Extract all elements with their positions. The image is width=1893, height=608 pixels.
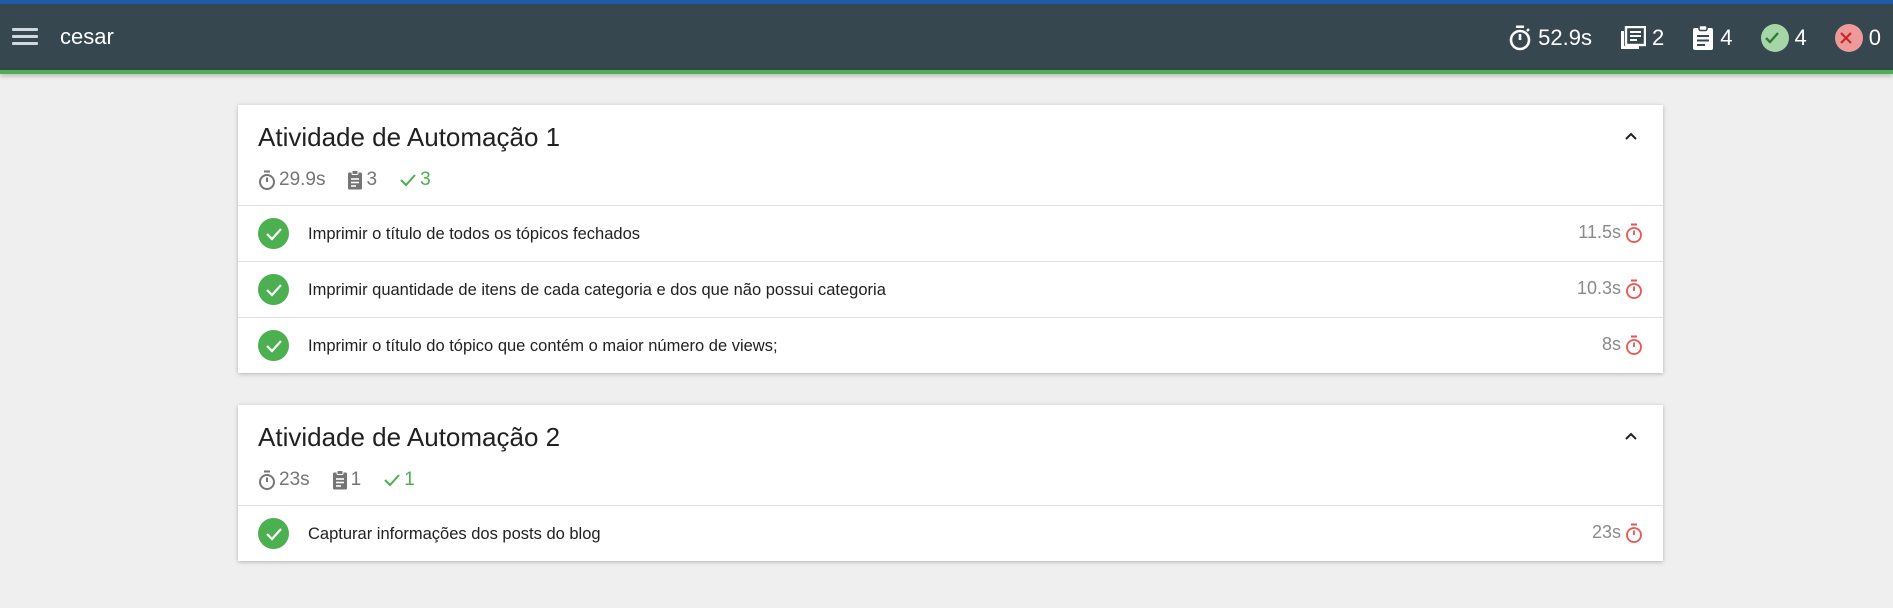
suite-header[interactable]: Atividade de Automação 2 23s 1 1 [238, 405, 1663, 505]
stopwatch-icon [1509, 25, 1531, 51]
tests-stat[interactable]: 4 [1692, 25, 1733, 51]
header-stats: 52.9s 2 4 4 0 [1480, 22, 1881, 54]
chevron-up-icon[interactable] [1619, 425, 1643, 449]
passed-stat[interactable]: 4 [1760, 24, 1807, 52]
app-bar: cesar 52.9s 2 4 4 0 [0, 4, 1893, 70]
passed-check-icon [258, 218, 289, 249]
test-row[interactable]: Imprimir o título do tópico que contém o… [238, 317, 1663, 373]
suite-meta: 29.9s 3 3 [258, 169, 453, 191]
suite-duration: 23s [258, 469, 310, 491]
passed-check-icon [258, 330, 289, 361]
suite-tests: 3 [347, 169, 377, 191]
app-bar-bottom-line [0, 70, 1893, 74]
stopwatch-icon [1626, 279, 1642, 299]
test-title: Imprimir o título do tópico que contém o… [308, 337, 778, 355]
test-row[interactable]: Imprimir o título de todos os tópicos fe… [238, 205, 1663, 261]
test-duration-value: 8s [1601, 334, 1621, 354]
stopwatch-icon [259, 170, 275, 190]
test-row[interactable]: Imprimir quantidade de itens de cada cat… [238, 261, 1663, 317]
test-duration-value: 10.3s [1576, 278, 1621, 298]
suite-duration-value: 29.9s [279, 169, 326, 190]
clipboard-icon [332, 470, 347, 490]
test-row[interactable]: Capturar informações dos posts do blog 2… [238, 505, 1663, 561]
test-title: Capturar informações dos posts do blog [308, 525, 601, 543]
test-duration: 10.3s [1577, 278, 1643, 299]
suite-passed-count: 3 [420, 169, 431, 190]
stopwatch-icon [1626, 523, 1642, 543]
check-icon [400, 174, 416, 187]
suite-card: Atividade de Automação 2 23s 1 1 Captura… [238, 405, 1663, 561]
passed-check-icon [258, 274, 289, 305]
menu-icon[interactable] [12, 28, 38, 48]
clipboard-icon [1693, 25, 1714, 50]
failed-stat[interactable]: 0 [1834, 24, 1881, 52]
test-title: Imprimir o título de todos os tópicos fe… [308, 225, 640, 243]
failed-count: 0 [1868, 25, 1881, 50]
chevron-up-icon[interactable] [1619, 125, 1643, 149]
failed-icon [1834, 24, 1863, 52]
test-duration: 11.5s [1578, 222, 1643, 243]
passed-icon [1760, 24, 1789, 52]
suite-meta: 23s 1 1 [258, 469, 437, 491]
tests-count: 4 [1720, 25, 1733, 50]
stopwatch-icon [1626, 335, 1642, 355]
suite-duration: 29.9s [258, 169, 325, 191]
suite-tests-count: 3 [366, 169, 378, 190]
clipboard-icon [348, 170, 363, 190]
library-books-icon [1621, 26, 1646, 49]
suite-duration-value: 23s [279, 469, 310, 490]
total-duration-stat[interactable]: 52.9s [1508, 25, 1592, 51]
suite-tests-count: 1 [350, 469, 362, 490]
suite-tests: 1 [332, 469, 362, 491]
suite-passed: 3 [399, 169, 431, 191]
suite-card: Atividade de Automação 1 29.9s 3 3 Impri… [238, 105, 1663, 373]
suite-passed-count: 1 [404, 469, 415, 490]
passed-count: 4 [1794, 25, 1807, 50]
suite-passed: 1 [383, 469, 415, 491]
app-title: cesar [60, 24, 114, 49]
test-duration: 23s [1592, 522, 1643, 543]
suite-header[interactable]: Atividade de Automação 1 29.9s 3 3 [238, 105, 1663, 205]
suites-count: 2 [1652, 25, 1665, 50]
check-icon [384, 474, 400, 487]
suite-title: Atividade de Automação 2 [258, 422, 561, 452]
suite-title: Atividade de Automação 1 [258, 122, 561, 152]
test-duration-value: 23s [1591, 522, 1621, 542]
stopwatch-icon [1626, 223, 1642, 243]
stopwatch-icon [259, 470, 275, 490]
passed-check-icon [258, 518, 289, 549]
test-title: Imprimir quantidade de itens de cada cat… [308, 281, 886, 299]
total-duration-value: 52.9s [1538, 25, 1592, 50]
test-duration-value: 11.5s [1578, 222, 1621, 242]
test-duration: 8s [1602, 334, 1643, 355]
suites-stat[interactable]: 2 [1620, 25, 1664, 51]
